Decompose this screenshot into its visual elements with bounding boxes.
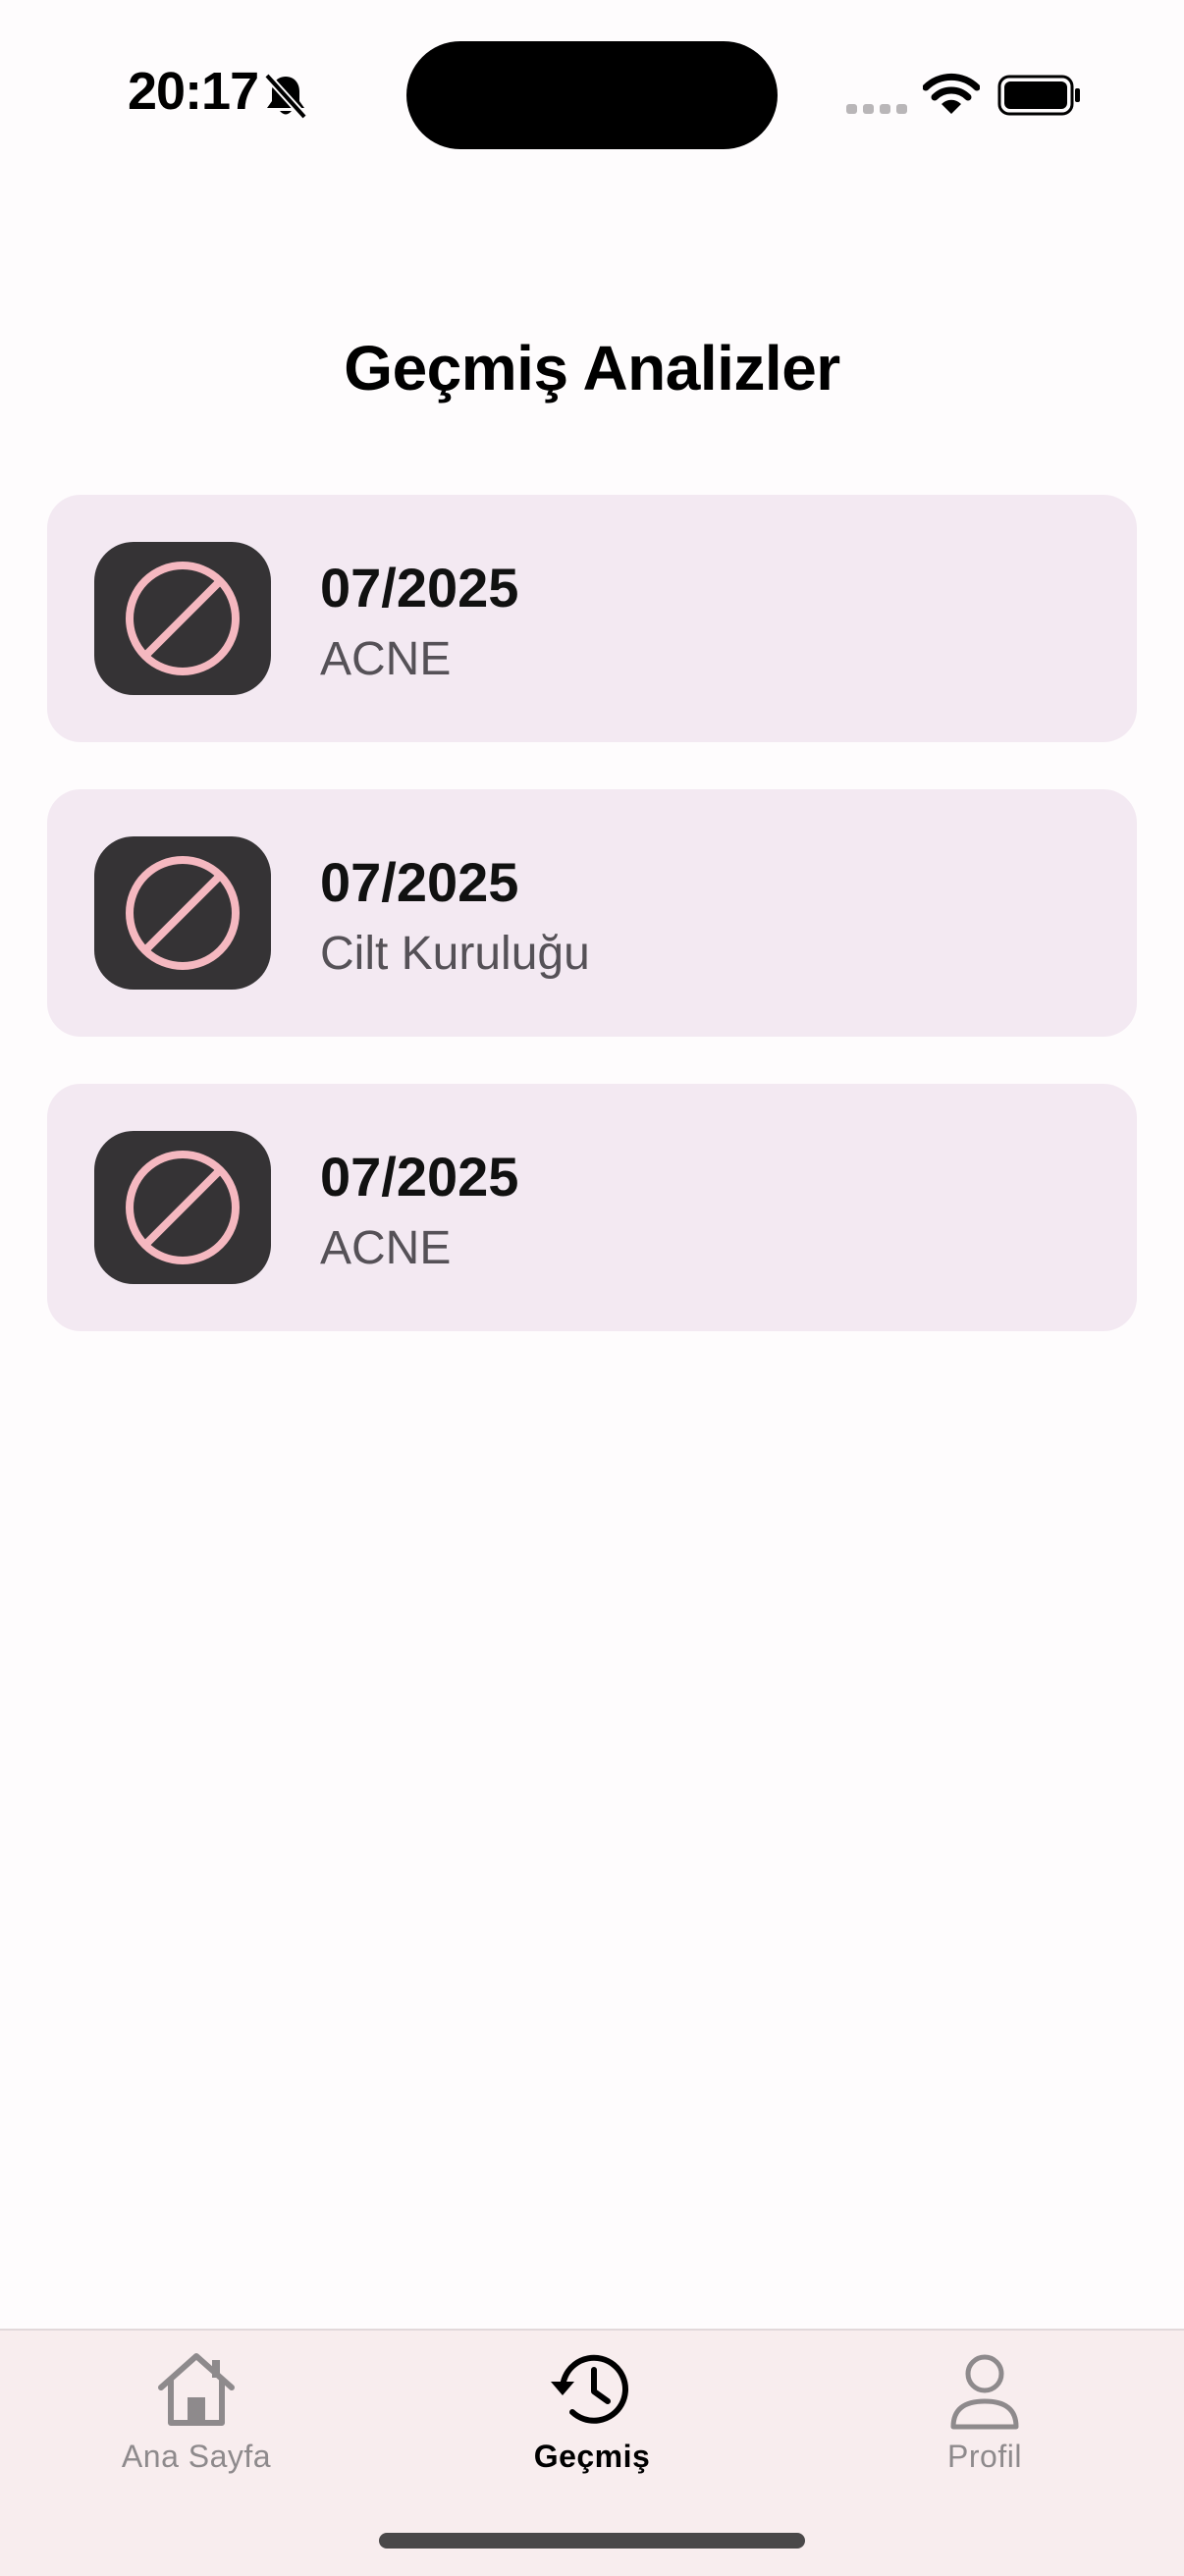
tab-home[interactable]: Ana Sayfa	[49, 2346, 344, 2494]
prohibited-icon	[126, 856, 240, 970]
wifi-icon	[923, 73, 980, 114]
analysis-card[interactable]: 07/2025 Cilt Kuruluğu	[47, 789, 1137, 1037]
analysis-date: 07/2025	[320, 557, 519, 618]
analysis-card[interactable]: 07/2025 ACNE	[47, 1084, 1137, 1331]
analysis-thumbnail	[94, 836, 271, 990]
tab-home-label: Ana Sayfa	[121, 2439, 272, 2474]
prohibited-icon	[126, 562, 240, 675]
analysis-date: 07/2025	[320, 851, 519, 913]
analysis-thumbnail	[94, 542, 271, 695]
dynamic-island	[406, 41, 778, 149]
home-indicator	[379, 2533, 805, 2549]
analysis-card[interactable]: 07/2025 ACNE	[47, 495, 1137, 742]
history-icon	[551, 2354, 628, 2424]
analysis-label: Cilt Kuruluğu	[320, 928, 590, 980]
tab-profile-label: Profil	[947, 2439, 1022, 2474]
prohibited-icon	[126, 1151, 240, 1264]
bell-slash-icon	[264, 73, 307, 120]
tab-history-label: Geçmiş	[533, 2439, 651, 2474]
analysis-date: 07/2025	[320, 1146, 519, 1208]
signal-icon	[846, 104, 907, 114]
analysis-thumbnail	[94, 1131, 271, 1284]
person-icon	[950, 2354, 1019, 2430]
battery-icon	[997, 75, 1080, 116]
analysis-label: ACNE	[320, 1222, 452, 1274]
status-time: 20:17	[128, 62, 259, 121]
tab-history[interactable]: Geçmiş	[445, 2346, 739, 2494]
home-icon	[158, 2353, 235, 2426]
analysis-label: ACNE	[320, 633, 452, 685]
status-bar: 20:17	[0, 0, 1184, 187]
tab-profile[interactable]: Profil	[837, 2346, 1132, 2494]
page-title: Geçmiş Analizler	[344, 333, 840, 403]
